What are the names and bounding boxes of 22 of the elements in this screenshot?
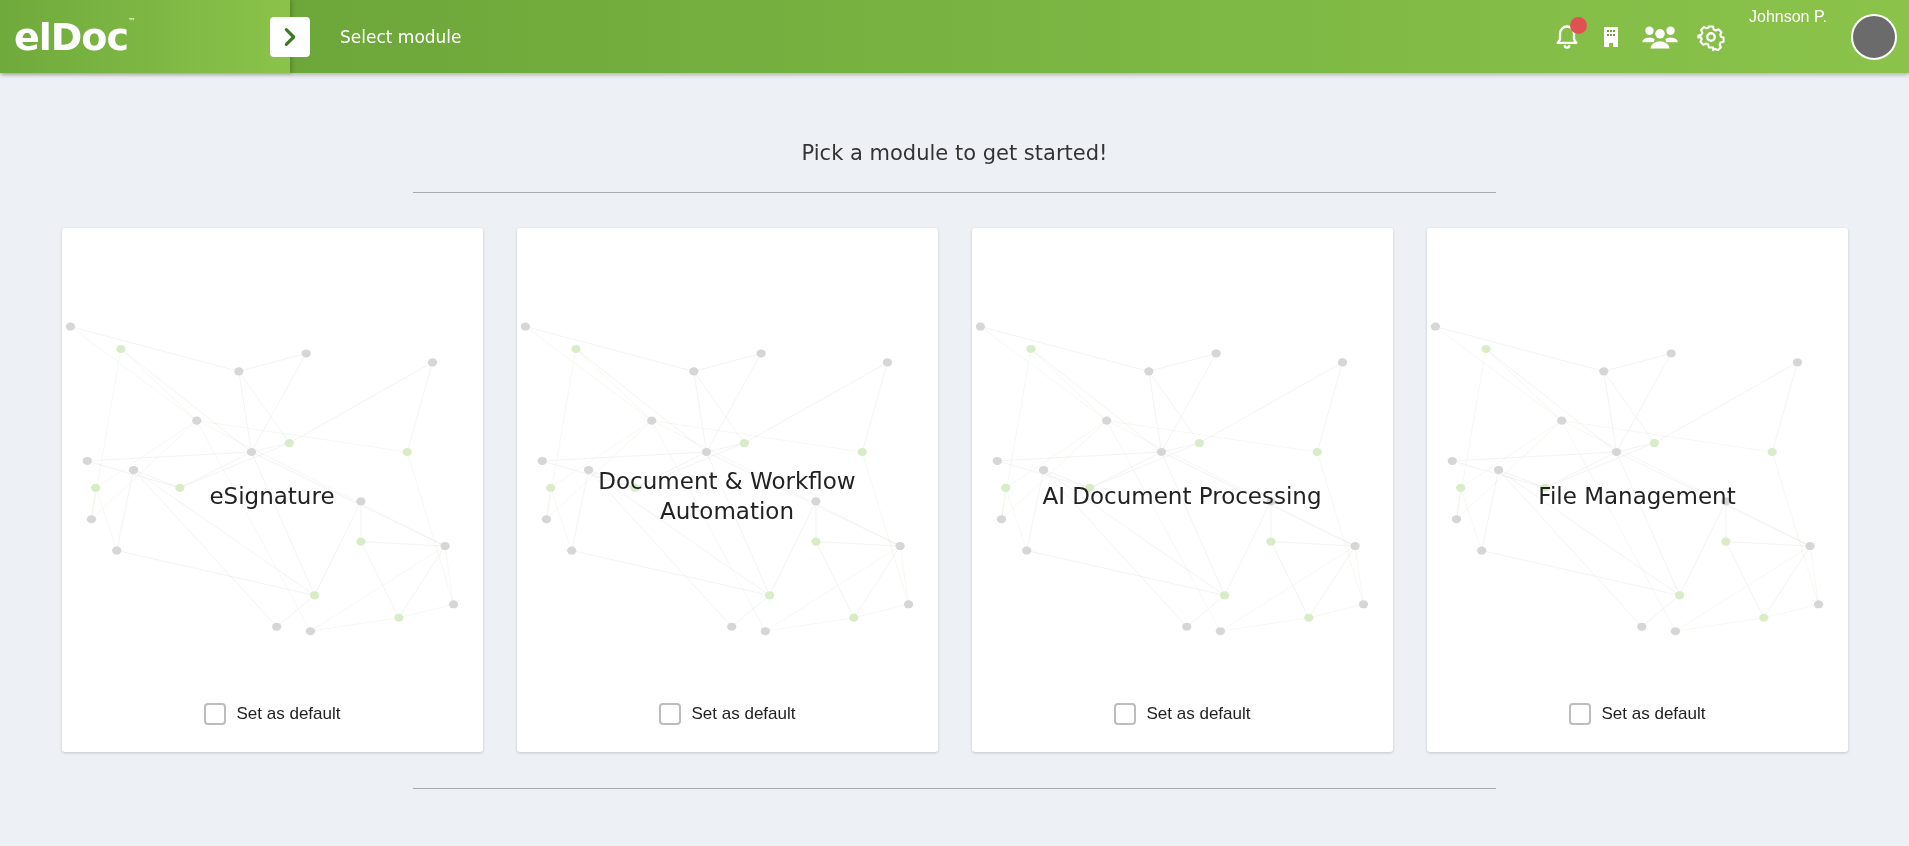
- module-card[interactable]: File Management Set as default: [1426, 228, 1848, 752]
- module-card[interactable]: eSignature Set as default: [61, 228, 483, 752]
- checkbox-label[interactable]: Set as default: [1146, 704, 1251, 724]
- checkbox-label[interactable]: Set as default: [1601, 704, 1706, 724]
- expand-menu-button[interactable]: [270, 16, 310, 57]
- module-title: AI Document Processing: [1042, 482, 1322, 512]
- page-heading: Pick a module to get started!: [801, 141, 1108, 165]
- module-title: eSignature: [209, 482, 335, 512]
- checkbox[interactable]: [203, 703, 226, 725]
- module-card[interactable]: Document & Workflow Automation Set as default: [516, 228, 938, 752]
- checkbox-label[interactable]: Set as default: [691, 704, 796, 724]
- module-card[interactable]: AI Document Processing Set as default: [971, 228, 1393, 752]
- user-avatar[interactable]: [1851, 13, 1897, 60]
- settings-icon[interactable]: [1697, 22, 1725, 51]
- module-title: Document & Workflow Automation: [597, 467, 857, 526]
- users-icon[interactable]: [1641, 23, 1679, 50]
- checkbox-label[interactable]: Set as default: [236, 704, 341, 724]
- checkbox[interactable]: [1568, 703, 1591, 725]
- checkbox[interactable]: [1113, 703, 1136, 725]
- module-title: File Management: [1538, 482, 1736, 512]
- checkbox[interactable]: [658, 703, 681, 725]
- page-title: Select module: [340, 26, 462, 47]
